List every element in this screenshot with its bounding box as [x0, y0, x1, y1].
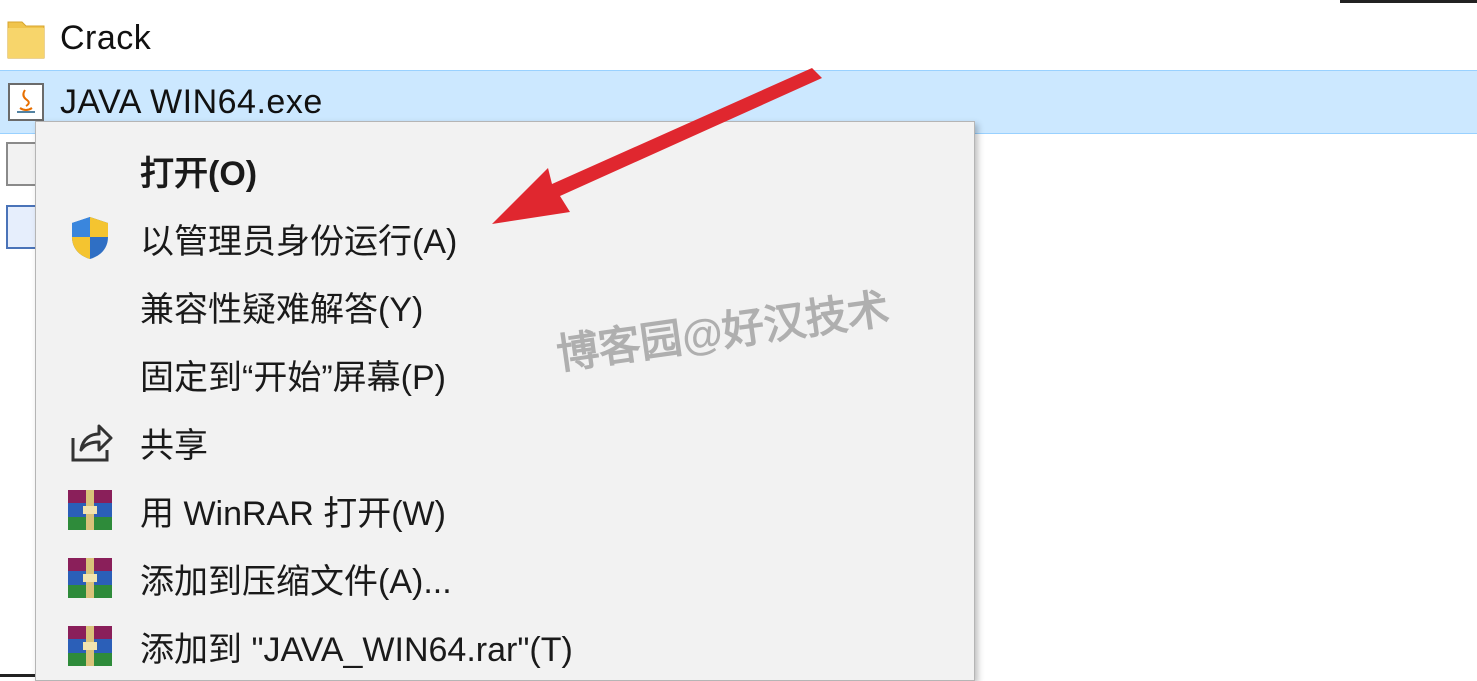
- menu-item-label: 兼容性疑难解答(Y): [140, 290, 424, 329]
- file-name: Crack: [60, 18, 152, 57]
- context-menu: 打开(O) 以管理员身份运行(A) 兼容性疑难解答(Y) 固定到“开始”屏幕(P…: [35, 121, 975, 681]
- file-name: JAVA WIN64.exe: [60, 82, 323, 121]
- menu-item-run-as-admin[interactable]: 以管理员身份运行(A): [36, 204, 974, 272]
- menu-item-label: 打开(O): [140, 154, 258, 193]
- share-icon: [64, 418, 116, 466]
- menu-item-label: 添加到压缩文件(A)...: [140, 562, 452, 601]
- folder-icon: [6, 16, 46, 60]
- winrar-icon: [64, 554, 116, 602]
- menu-item-label: 以管理员身份运行(A): [140, 222, 458, 261]
- menu-item-pin-to-start[interactable]: 固定到“开始”屏幕(P): [36, 340, 974, 408]
- menu-item-label: 用 WinRAR 打开(W): [140, 494, 446, 533]
- menu-item-open[interactable]: 打开(O): [36, 136, 974, 204]
- menu-item-label: 固定到“开始”屏幕(P): [140, 358, 446, 397]
- java-exe-icon: [6, 80, 46, 124]
- menu-item-add-to-archive[interactable]: 添加到压缩文件(A)...: [36, 544, 974, 612]
- winrar-icon: [64, 622, 116, 670]
- winrar-icon: [64, 486, 116, 534]
- divider: [1340, 0, 1477, 3]
- file-row-folder[interactable]: Crack: [0, 6, 1477, 70]
- menu-item-add-to-rar[interactable]: 添加到 "JAVA_WIN64.rar"(T): [36, 612, 974, 680]
- uac-shield-icon: [64, 214, 116, 262]
- menu-item-label: 添加到 "JAVA_WIN64.rar"(T): [140, 630, 573, 669]
- menu-item-label: 共享: [140, 426, 208, 465]
- menu-item-winrar-open[interactable]: 用 WinRAR 打开(W): [36, 476, 974, 544]
- menu-item-share[interactable]: 共享: [36, 408, 974, 476]
